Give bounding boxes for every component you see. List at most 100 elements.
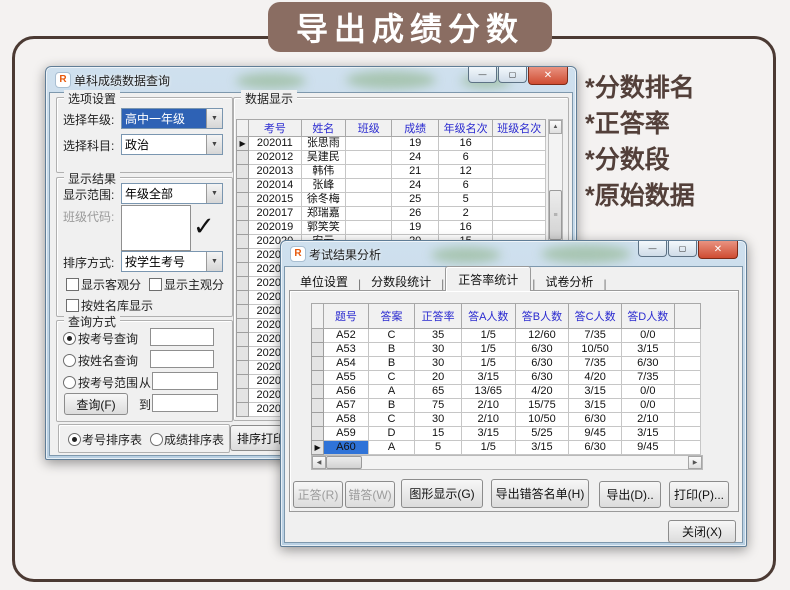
row-selector[interactable] [237,361,249,375]
tab-2[interactable]: 分数段统计 [362,271,440,291]
examno-input[interactable] [150,328,214,346]
window2-titlebar[interactable]: R 考试结果分析 — ▢ ✕ [281,241,746,266]
chevron-down-icon[interactable]: ▼ [206,184,222,203]
subject-select[interactable]: 政治 ▼ [121,134,223,155]
table-row[interactable]: A52C351/512/607/350/0 [312,329,701,343]
close-button[interactable]: ✕ [528,67,568,85]
chevron-down-icon[interactable]: ▼ [206,109,222,128]
row-selector[interactable] [237,263,249,277]
row-selector[interactable] [237,291,249,305]
order-by-examno-radio[interactable] [68,433,81,446]
scroll-left-arrow[interactable]: ◀ [312,456,326,469]
column-header[interactable]: 答B人数 [515,304,569,329]
range-from-input[interactable] [152,372,218,390]
column-header[interactable]: 正答率 [415,304,462,329]
row-selector[interactable] [237,235,249,249]
table-row[interactable]: 202013韩伟2112 [237,165,546,179]
row-selector[interactable] [312,371,324,385]
range-select[interactable]: 年级全部 ▼ [121,183,223,204]
namedb-checkbox[interactable] [66,299,79,312]
column-header[interactable]: 答D人数 [621,304,674,329]
scroll-thumb[interactable]: ≡ [549,190,562,240]
order-by-score-radio[interactable] [150,433,163,446]
row-selector[interactable] [237,277,249,291]
scroll-up-arrow[interactable]: ▲ [549,120,562,134]
by-range-radio[interactable] [63,376,76,389]
query-button[interactable]: 查询(F) [64,393,128,415]
tab-4[interactable]: 试卷分析 [536,271,602,291]
window1-titlebar[interactable]: R 单科成绩数据查询 — ▢ ✕ [46,67,576,92]
wrong-answer-button[interactable]: 错答(W) [345,481,395,508]
grade-select[interactable]: 高中一年级 ▼ [121,108,223,129]
table-row[interactable]: A56A6513/654/203/150/0 [312,385,701,399]
row-selector[interactable] [237,389,249,403]
row-selector[interactable] [312,357,324,371]
column-header[interactable]: 考号 [249,120,302,137]
chevron-down-icon[interactable]: ▼ [206,135,222,154]
scroll-thumb[interactable] [326,456,362,469]
tab-1[interactable]: 单位设置 [291,271,357,291]
column-header[interactable]: 成绩 [392,120,438,137]
column-header[interactable]: 答C人数 [569,304,622,329]
close-button[interactable]: ✕ [698,241,738,259]
table-row[interactable]: A57B752/1015/753/150/0 [312,399,701,413]
row-selector[interactable] [237,179,249,193]
column-header[interactable]: 班级 [346,120,392,137]
column-header[interactable] [674,304,700,329]
row-selector[interactable] [237,207,249,221]
name-input[interactable] [150,350,214,368]
row-selector[interactable] [237,221,249,235]
table-row[interactable]: A59D153/155/259/453/15 [312,427,701,441]
row-selector[interactable] [237,403,249,417]
row-selector[interactable] [237,375,249,389]
table-row[interactable]: A54B301/56/307/356/30 [312,357,701,371]
chevron-down-icon[interactable]: ▼ [206,252,222,271]
maximize-button[interactable]: ▢ [668,241,697,257]
table-row[interactable]: A58C302/1010/506/302/10 [312,413,701,427]
tab-3[interactable]: 正答率统计 [445,266,531,291]
row-selector[interactable] [237,333,249,347]
maximize-button[interactable]: ▢ [498,67,527,83]
row-selector[interactable] [312,385,324,399]
export-wrong-list-button[interactable]: 导出错答名单(H) [491,479,589,508]
column-header[interactable]: 年级名次 [438,120,493,137]
table-row[interactable]: A53B301/56/3010/503/15 [312,343,701,357]
row-selector[interactable] [312,399,324,413]
minimize-button[interactable]: — [638,241,667,257]
table-row[interactable]: A55C203/156/304/207/35 [312,371,701,385]
graph-display-button[interactable]: 图形显示(G) [401,479,483,508]
subjective-checkbox[interactable] [149,278,162,291]
answer-rate-table[interactable]: 题号答案正答率答A人数答B人数答C人数答D人数A52C351/512/607/3… [311,303,701,455]
row-selector[interactable] [312,427,324,441]
row-selector[interactable]: ▶ [312,441,324,455]
minimize-button[interactable]: — [468,67,497,83]
range-to-input[interactable] [152,394,218,412]
by-examno-radio[interactable] [63,332,76,345]
row-selector[interactable] [312,413,324,427]
row-selector[interactable] [237,305,249,319]
column-header[interactable]: 答案 [368,304,415,329]
row-selector[interactable] [237,165,249,179]
sort-select[interactable]: 按学生考号 ▼ [121,251,223,272]
row-selector[interactable]: ▶ [237,137,249,151]
correct-answer-button[interactable]: 正答(R) [293,481,343,508]
horizontal-scrollbar[interactable]: ◀ ▶ [311,455,703,470]
table-row[interactable]: 202014张峰246 [237,179,546,193]
table-row[interactable]: ▶202011张思雨1916 [237,137,546,151]
column-header[interactable]: 答A人数 [461,304,515,329]
by-name-radio[interactable] [63,354,76,367]
print-button[interactable]: 打印(P)... [669,481,729,508]
column-header[interactable]: 班级名次 [493,120,546,137]
row-selector[interactable] [312,343,324,357]
objective-checkbox[interactable] [66,278,79,291]
table-row[interactable]: 202012吴建民246 [237,151,546,165]
table-row[interactable]: 202019郭笑笑1916 [237,221,546,235]
scroll-right-arrow[interactable]: ▶ [688,456,702,469]
table-row[interactable]: 202017郑瑞嘉262 [237,207,546,221]
table-row[interactable]: 202015徐冬梅255 [237,193,546,207]
column-header[interactable]: 题号 [324,304,369,329]
classcode-textarea[interactable] [121,205,191,251]
row-selector[interactable] [237,151,249,165]
column-header[interactable]: 姓名 [301,120,345,137]
row-selector[interactable] [237,249,249,263]
